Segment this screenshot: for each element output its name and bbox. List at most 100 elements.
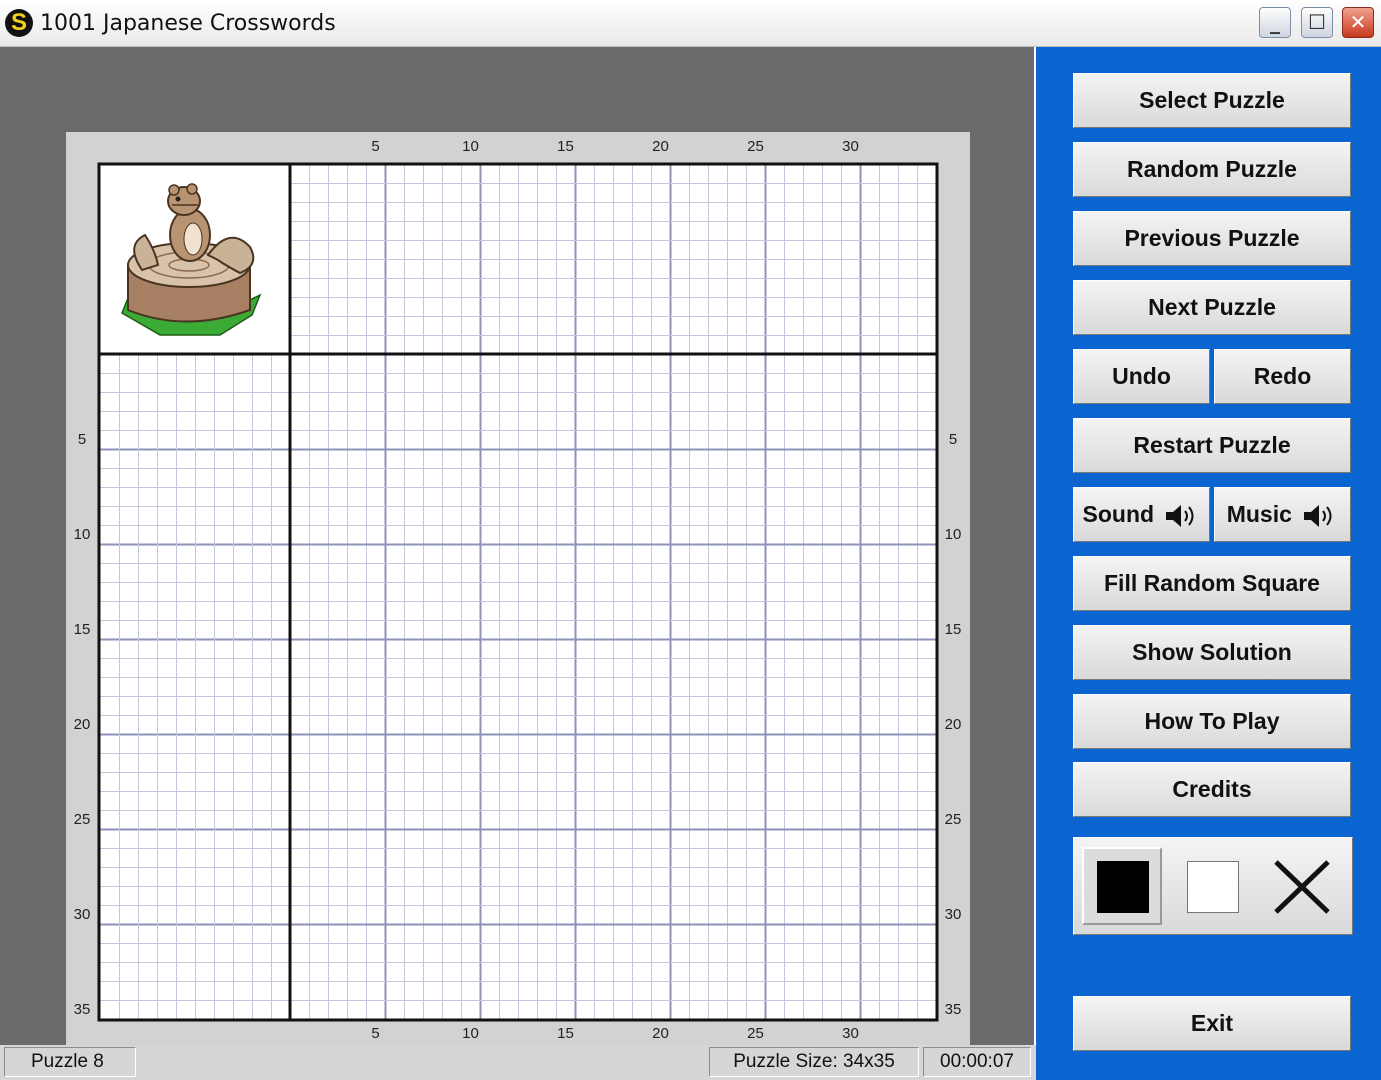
column-clue-number[interactable]: 1 — [423, 335, 442, 354]
column-clue-number[interactable]: 1 — [575, 240, 594, 259]
column-clue-number[interactable]: 1 — [575, 316, 594, 335]
column-clue-number[interactable]: 1 — [385, 259, 404, 278]
row-clue-number[interactable]: 1 — [176, 620, 195, 639]
column-clue-number[interactable]: 2 — [366, 278, 385, 297]
row-clue-number[interactable]: 2 — [214, 867, 233, 886]
column-clue-number[interactable]: 1 — [556, 240, 575, 259]
column-clue-number[interactable]: 1 — [347, 316, 366, 335]
column-clue-number[interactable]: 1 — [461, 297, 480, 316]
column-clue-number[interactable]: 2 — [423, 259, 442, 278]
row-clue-number[interactable]: 1 — [176, 677, 195, 696]
column-clue-number[interactable]: 1 — [442, 259, 461, 278]
column-clue-number[interactable]: 2 — [898, 335, 917, 354]
column-clue-number[interactable]: 1 — [822, 335, 841, 354]
column-clue-number[interactable]: 1 — [670, 316, 689, 335]
redo-button[interactable]: Redo — [1214, 349, 1351, 404]
row-clue-number[interactable]: 1 — [271, 620, 290, 639]
column-clue-number[interactable]: 2 — [328, 316, 347, 335]
column-clue-number[interactable]: 2 — [689, 316, 708, 335]
row-clue-number[interactable]: 1 — [252, 506, 271, 525]
row-clue-number[interactable]: 1 — [138, 715, 157, 734]
row-clue-number[interactable]: 1 — [176, 886, 195, 905]
column-clue-number[interactable]: 1 — [594, 316, 613, 335]
row-clue-number[interactable]: 2 — [138, 867, 157, 886]
row-clue-number[interactable]: 2 — [252, 867, 271, 886]
column-clue-number[interactable]: 1 — [556, 297, 575, 316]
row-clue-number[interactable]: 1 — [195, 582, 214, 601]
column-clue-number[interactable]: 1 — [784, 278, 803, 297]
column-clue-number[interactable]: 1 — [423, 278, 442, 297]
column-clue-number[interactable]: 1 — [480, 316, 499, 335]
row-clue-number[interactable]: 1 — [195, 563, 214, 582]
column-clue-number[interactable]: 4 — [366, 316, 385, 335]
column-clue-number[interactable]: 4 — [328, 278, 347, 297]
column-clue-number[interactable]: 1 — [860, 335, 879, 354]
row-clue-number[interactable]: 1 — [157, 715, 176, 734]
column-clue-number[interactable]: 1 — [613, 240, 632, 259]
row-clue-number[interactable]: 1 — [271, 677, 290, 696]
row-clue-number[interactable]: 2 — [214, 696, 233, 715]
row-clue-number[interactable]: 1 — [176, 639, 195, 658]
row-clue-number[interactable]: 4 — [214, 487, 233, 506]
column-clue-number[interactable]: 1 — [347, 335, 366, 354]
column-clue-number[interactable]: 1 — [347, 259, 366, 278]
row-clue-number[interactable]: 2 — [195, 696, 214, 715]
row-clue-number[interactable]: 2 — [252, 753, 271, 772]
column-clue-number[interactable]: 1 — [651, 316, 670, 335]
column-clue-number[interactable]: 1 — [594, 297, 613, 316]
column-clue-number[interactable]: 1 — [632, 297, 651, 316]
column-clue-number[interactable]: 1 — [385, 297, 404, 316]
row-clue-number[interactable]: 1 — [252, 829, 271, 848]
row-clue-number[interactable]: 1 — [233, 411, 252, 430]
row-clue-number[interactable]: 2 — [214, 468, 233, 487]
row-clue-number[interactable]: 2 — [252, 373, 271, 392]
row-clue-number[interactable]: 1 — [252, 905, 271, 924]
row-clue-number[interactable]: 2 — [176, 810, 195, 829]
column-clue-number[interactable]: 1 — [746, 278, 765, 297]
column-clue-number[interactable]: 1 — [404, 278, 423, 297]
column-clue-number[interactable]: 1 — [480, 202, 499, 221]
row-clue-number[interactable]: 6 — [252, 886, 271, 905]
column-clue-number[interactable]: 1 — [670, 278, 689, 297]
column-clue-number[interactable]: 2 — [803, 297, 822, 316]
row-clue-number[interactable]: 2 — [233, 563, 252, 582]
column-clue-number[interactable]: 1 — [518, 278, 537, 297]
row-clue-number[interactable]: 2 — [233, 620, 252, 639]
column-clue-number[interactable]: 1 — [689, 278, 708, 297]
column-clue-number[interactable]: 1 — [860, 259, 879, 278]
column-clue-number[interactable]: 1 — [651, 278, 670, 297]
row-clue-number[interactable]: 1 — [252, 924, 271, 943]
column-clue-number[interactable]: 1 — [613, 278, 632, 297]
column-clue-number[interactable]: 2 — [556, 316, 575, 335]
row-clue-number[interactable]: 7 — [271, 981, 290, 1000]
row-clue-number[interactable]: 1 — [271, 487, 290, 506]
row-clue-number[interactable]: 1 — [252, 487, 271, 506]
undo-button[interactable]: Undo — [1073, 349, 1210, 404]
row-clue-number[interactable]: 1 — [252, 525, 271, 544]
row-clue-number[interactable]: 1 — [195, 601, 214, 620]
column-clue-number[interactable]: 1 — [632, 316, 651, 335]
column-clue-number[interactable]: 3 — [480, 240, 499, 259]
column-clue-number[interactable]: 2 — [727, 297, 746, 316]
column-clue-number[interactable]: 1 — [537, 297, 556, 316]
column-clue-number[interactable]: 1 — [784, 297, 803, 316]
row-clue-number[interactable]: 2 — [214, 658, 233, 677]
next-puzzle-button[interactable]: Next Puzzle — [1073, 280, 1351, 335]
row-clue-number[interactable]: 2 — [157, 867, 176, 886]
row-clue-number[interactable]: 1 — [271, 354, 290, 373]
column-clue-number[interactable]: 1 — [746, 297, 765, 316]
row-clue-number[interactable]: 2 — [252, 601, 271, 620]
column-clue-number[interactable]: 1 — [328, 335, 347, 354]
column-clue-number[interactable]: 1 — [708, 221, 727, 240]
row-clue-number[interactable]: 2 — [176, 658, 195, 677]
column-clue-number[interactable]: 1 — [518, 259, 537, 278]
column-clue-number[interactable]: 1 — [708, 335, 727, 354]
column-clue-number[interactable]: 1 — [727, 221, 746, 240]
column-clue-number[interactable]: 1 — [442, 335, 461, 354]
column-clue-number[interactable]: 1 — [556, 259, 575, 278]
credits-button[interactable]: Credits — [1073, 762, 1351, 817]
row-clue-number[interactable]: 1 — [271, 658, 290, 677]
row-clue-number[interactable]: 2 — [176, 829, 195, 848]
column-clue-number[interactable]: 2 — [328, 259, 347, 278]
column-clue-number[interactable]: 1 — [784, 259, 803, 278]
